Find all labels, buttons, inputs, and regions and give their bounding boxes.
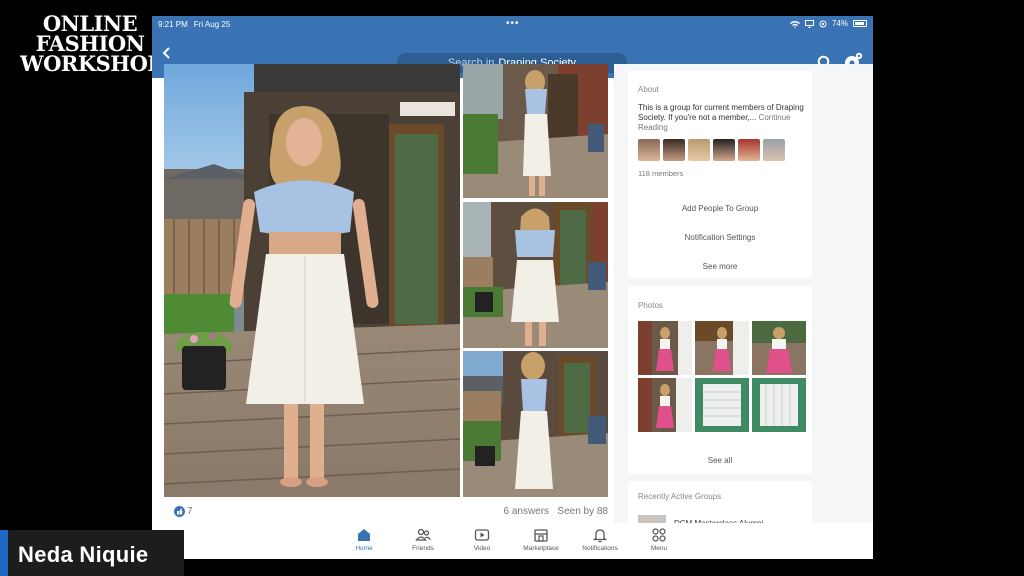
status-indicators: 74% [789, 19, 867, 28]
tab-label: Menu [650, 545, 668, 552]
group-photo[interactable] [752, 378, 806, 432]
answers-seen-count[interactable]: 6 answers Seen by 88 [503, 506, 608, 517]
tablet-screen: 9:21 PM Fri Aug 25 ••• 74% Search in Dra… [152, 16, 873, 559]
group-info-panel: About This is a group for current member… [614, 64, 873, 529]
tab-video[interactable]: Video [452, 525, 512, 557]
logo-line-3: WORKSHOP [20, 51, 163, 76]
bell-icon [592, 529, 608, 543]
friends-icon [415, 528, 431, 541]
home-icon [358, 529, 370, 541]
speaker-name: Neda Niquie [18, 542, 149, 567]
about-card: About This is a group for current member… [628, 71, 812, 278]
tab-menu[interactable]: Menu [629, 525, 689, 557]
tab-notifications[interactable]: Notifications [570, 525, 630, 557]
tab-marketplace[interactable]: Marketplace [511, 525, 571, 557]
member-avatars[interactable] [638, 139, 785, 161]
group-photo[interactable] [752, 321, 806, 375]
member-avatar[interactable] [688, 139, 710, 161]
member-avatar[interactable] [763, 139, 785, 161]
tab-home[interactable]: Home [334, 525, 394, 557]
wifi-icon [789, 20, 800, 28]
name-tag-accent-bar [0, 530, 8, 576]
tab-label: Video [473, 545, 491, 552]
post-photo-side-3[interactable] [463, 351, 608, 497]
add-people-button[interactable]: Add People To Group [628, 204, 812, 213]
see-all-photos-link[interactable]: See all [628, 456, 812, 465]
orientation-lock-icon [819, 20, 827, 27]
about-description: This is a group for current members of D… [638, 103, 808, 133]
post-photo-side-2[interactable] [463, 202, 608, 348]
screen-mirror-icon [804, 19, 814, 28]
post-photo-side-1[interactable] [463, 64, 608, 198]
marketplace-icon [534, 529, 548, 542]
post-photo-main[interactable] [164, 64, 460, 497]
about-title: About [638, 85, 659, 94]
status-date: Fri Aug 25 [193, 19, 231, 29]
member-avatar[interactable] [638, 139, 660, 161]
member-avatar[interactable] [738, 139, 760, 161]
like-icon[interactable] [174, 506, 185, 517]
tab-label: Marketplace [523, 545, 559, 552]
woman-profile-photo [463, 351, 608, 497]
video-icon [474, 529, 490, 541]
battery-percent: 74% [831, 19, 848, 28]
battery-icon [853, 20, 867, 27]
photos-card: Photos See all [628, 286, 812, 474]
tab-label: Home [355, 545, 373, 552]
photos-title: Photos [638, 301, 663, 310]
tab-label: Friends [412, 545, 434, 552]
members-count[interactable]: 118 members [638, 169, 683, 178]
recent-groups-card: Recently Active Groups DCM Masterclass A… [628, 481, 812, 529]
recent-groups-title: Recently Active Groups [638, 492, 722, 501]
group-photo[interactable] [638, 378, 692, 432]
tab-friends[interactable]: Friends [393, 525, 453, 557]
photos-grid [638, 321, 806, 432]
group-photo[interactable] [695, 321, 749, 375]
notification-settings-button[interactable]: Notification Settings [628, 233, 812, 242]
member-avatar[interactable] [663, 139, 685, 161]
chevron-left-icon [162, 47, 170, 59]
see-more-link[interactable]: See more [628, 262, 812, 271]
status-bar: 9:21 PM Fri Aug 25 ••• 74% [152, 16, 873, 32]
status-time: 9:21 PM [158, 19, 188, 29]
like-count: 7 [187, 506, 193, 517]
group-photo[interactable] [695, 378, 749, 432]
member-avatar[interactable] [713, 139, 735, 161]
woman-back-view-photo [463, 202, 608, 348]
workshop-logo: ONLINE FASHION WORKSHOP [20, 13, 163, 76]
woman-side-view-photo [463, 64, 608, 198]
group-photo[interactable] [638, 321, 692, 375]
multitask-dots-icon[interactable]: ••• [506, 18, 520, 29]
post-footer: 7 6 answers Seen by 88 [164, 504, 608, 518]
tab-label: Notifications [582, 545, 618, 552]
menu-grid-icon [652, 528, 666, 542]
bottom-tab-bar: Home Friends Video Marketplace Notificat… [152, 523, 873, 559]
woman-standing-photo [164, 64, 460, 497]
speaker-name-tag: Neda Niquie [0, 530, 184, 576]
